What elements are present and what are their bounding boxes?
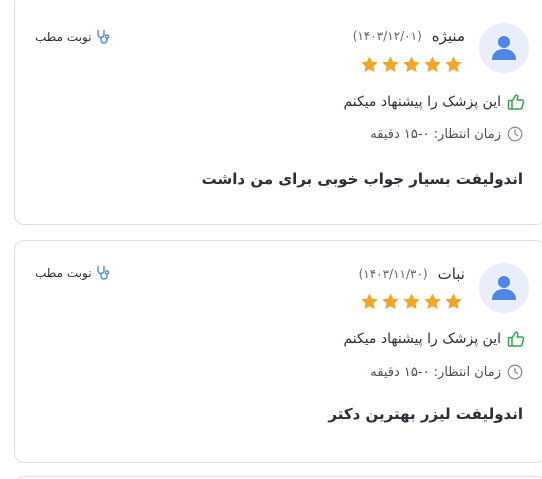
user-avatar xyxy=(479,263,529,313)
stethoscope-icon xyxy=(96,29,109,44)
wait-time-text: زمان انتظار: ۰-۱۵ دقیقه xyxy=(370,364,501,380)
star-icon xyxy=(382,293,399,310)
user-avatar xyxy=(479,23,529,73)
user-icon xyxy=(492,276,516,300)
star-icon xyxy=(403,293,420,310)
recommendation-text: این پزشک را پیشنهاد میکنم xyxy=(343,94,501,110)
wait-time-text: زمان انتظار: ۰-۱۵ دقیقه xyxy=(370,126,501,142)
review-comment: اندولیفت بسیار جواب خوبی برای من داشت xyxy=(201,170,523,188)
review-date: (۱۴۰۳/۱۱/۳۰) xyxy=(358,267,428,281)
thumbs-up-icon xyxy=(507,331,525,347)
review-card: منیژه (۱۴۰۳/۱۲/۰۱) نوبت مطب این پزشک را … xyxy=(14,0,542,225)
thumbs-up-icon xyxy=(507,94,525,110)
visit-type: نوبت مطب xyxy=(35,265,111,281)
user-icon xyxy=(492,36,516,60)
star-icon xyxy=(361,293,378,310)
review-date: (۱۴۰۳/۱۲/۰۱) xyxy=(352,29,422,43)
review-comment: اندولیفت لیزر بهترین دکتر xyxy=(328,405,523,423)
star-icon xyxy=(424,56,441,73)
reviews-list: منیژه (۱۴۰۳/۱۲/۰۱) نوبت مطب این پزشک را … xyxy=(0,0,542,479)
recommendation-text: این پزشک را پیشنهاد میکنم xyxy=(343,331,501,347)
reviewer-name: منیژه xyxy=(431,27,465,45)
visit-type-label: نوبت مطب xyxy=(35,30,92,44)
reviewer-header: منیژه (۱۴۰۳/۱۲/۰۱) xyxy=(353,27,465,45)
star-icon xyxy=(403,56,420,73)
stethoscope-icon xyxy=(96,265,109,280)
clock-icon xyxy=(507,364,523,380)
recommendation: این پزشک را پیشنهاد میکنم xyxy=(343,330,525,348)
visit-type: نوبت مطب xyxy=(35,29,111,45)
rating-stars xyxy=(360,55,463,74)
clock-icon xyxy=(507,126,523,142)
reviewer-header: نبات (۱۴۰۳/۱۱/۳۰) xyxy=(359,265,465,283)
star-icon xyxy=(382,56,399,73)
star-icon xyxy=(445,56,462,73)
rating-stars xyxy=(360,292,463,311)
wait-time: زمان انتظار: ۰-۱۵ دقیقه xyxy=(370,364,523,380)
recommendation: این پزشک را پیشنهاد میکنم xyxy=(343,93,525,111)
star-icon xyxy=(361,56,378,73)
star-icon xyxy=(424,293,441,310)
review-card: نبات (۱۴۰۳/۱۱/۳۰) نوبت مطب این پزشک را پ… xyxy=(14,240,542,463)
wait-time: زمان انتظار: ۰-۱۵ دقیقه xyxy=(370,126,523,142)
star-icon xyxy=(445,293,462,310)
reviewer-name: نبات xyxy=(437,265,465,283)
visit-type-label: نوبت مطب xyxy=(35,266,92,280)
